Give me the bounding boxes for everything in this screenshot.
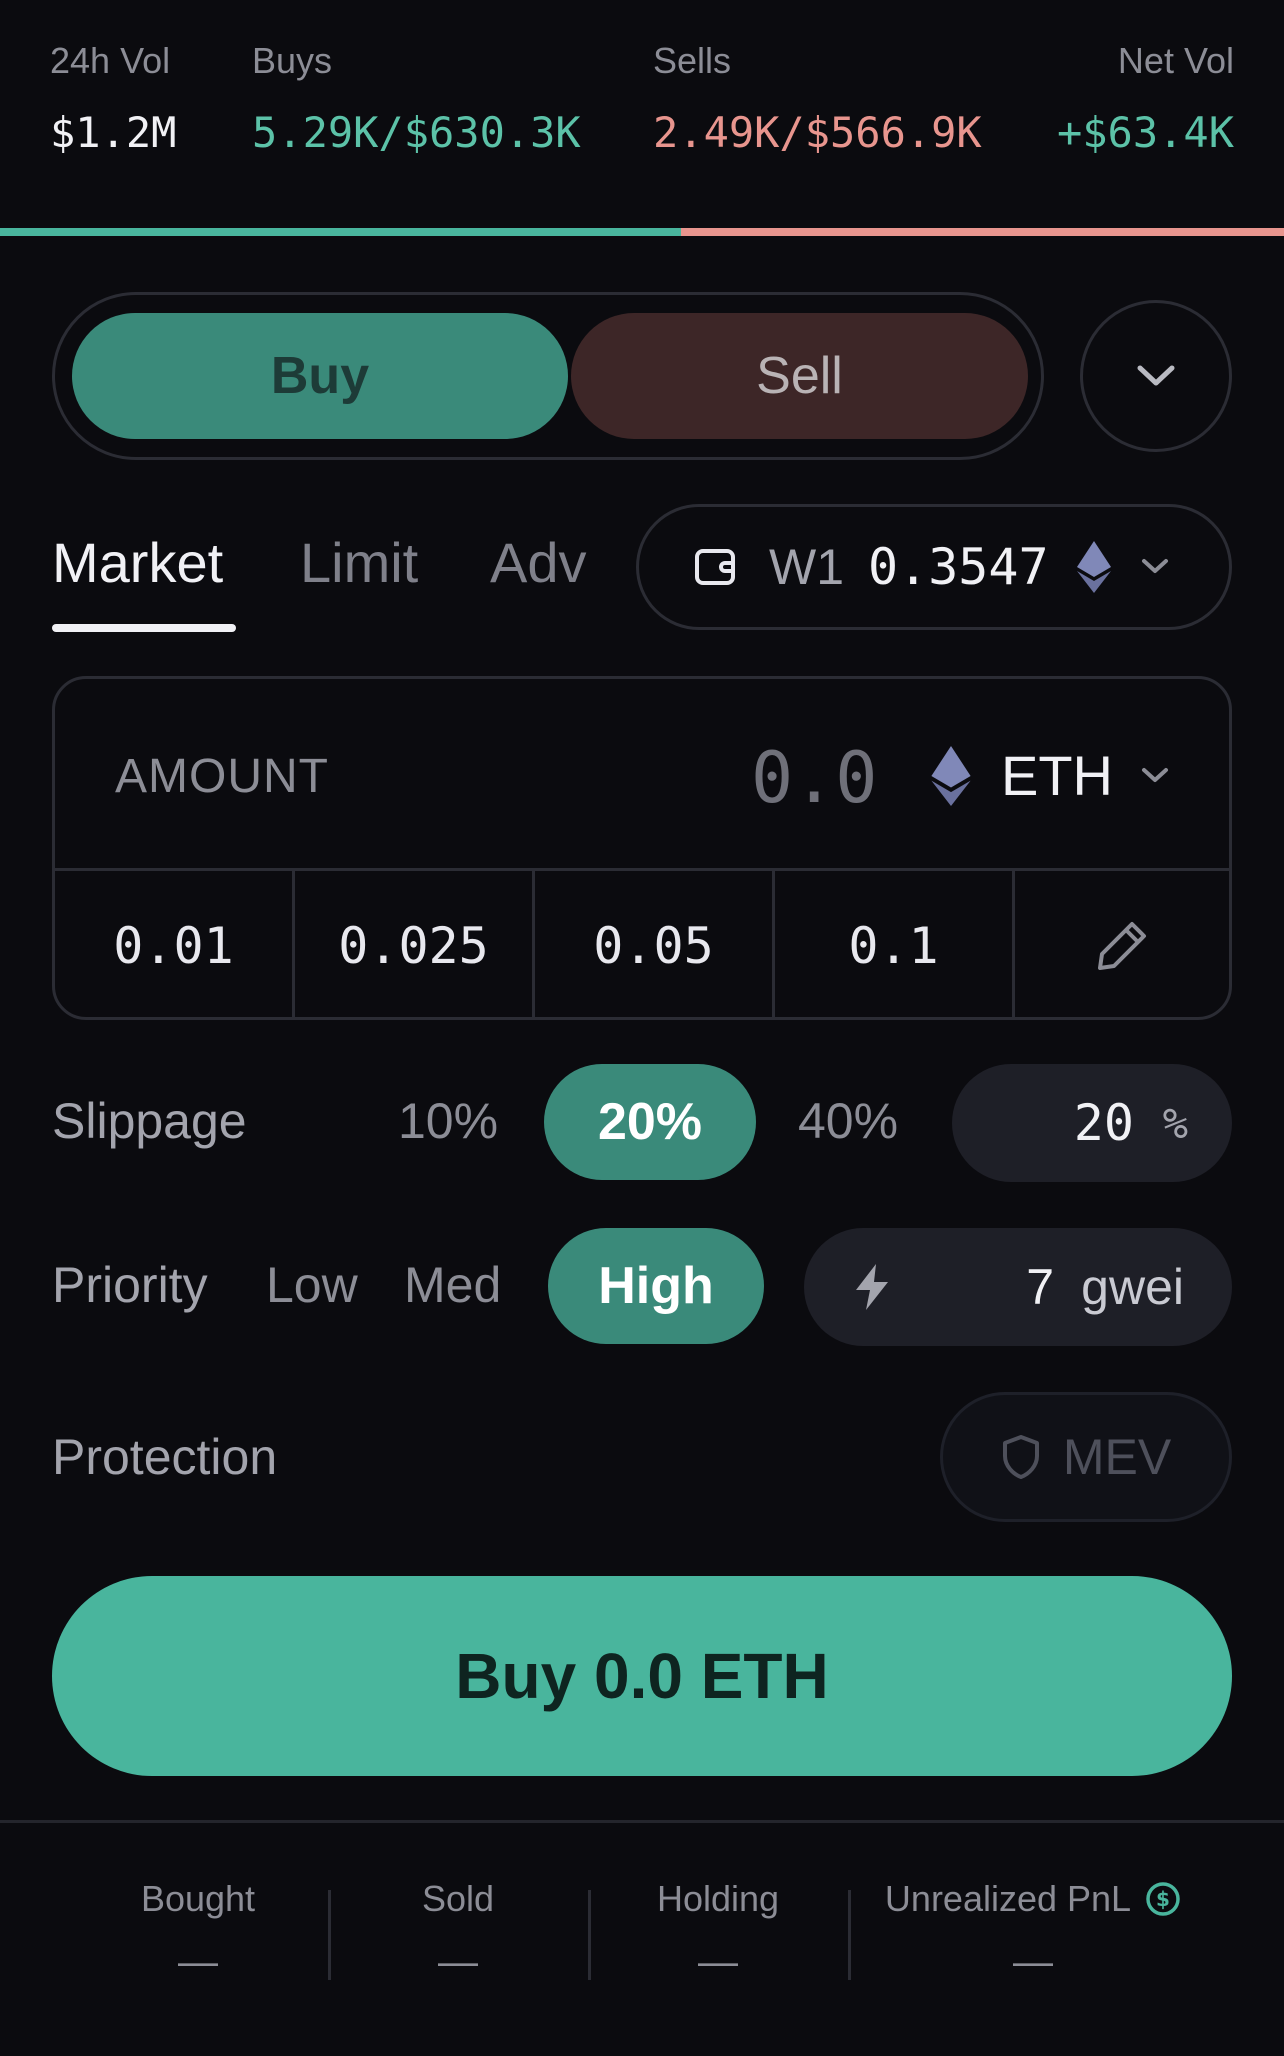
footer-value: —	[178, 1940, 218, 1984]
shield-icon	[1002, 1435, 1039, 1479]
svg-text:$: $	[1156, 1887, 1170, 1911]
footer-holding: Holding —	[618, 1878, 818, 1985]
footer-value: —	[698, 1940, 738, 1984]
column-divider	[328, 1890, 331, 1980]
chevron-down-icon	[1142, 767, 1168, 782]
mev-protection-toggle[interactable]: MEV	[940, 1392, 1232, 1522]
stat-label: 24h Vol	[50, 40, 171, 81]
stat-value: +$63.4K	[1056, 108, 1234, 157]
stat-buys: Buys 5.29K/$630.3K	[252, 40, 581, 157]
stat-label: Buys	[252, 40, 333, 81]
slippage-option[interactable]: 40%	[798, 1092, 898, 1150]
preset-amount-button[interactable]: 0.1	[775, 871, 1015, 1017]
amount-panel: AMOUNT 0.0 ETH 0.01 0.025 0.05 0.1	[52, 676, 1232, 1020]
eth-icon	[1076, 541, 1111, 593]
column-divider	[848, 1890, 851, 1980]
chevron-down-icon	[1141, 559, 1168, 573]
column-divider	[588, 1890, 591, 1980]
slippage-custom-value: 20	[1073, 1094, 1134, 1152]
dollar-circle-icon[interactable]: $	[1145, 1881, 1181, 1917]
preset-amount-button[interactable]: 0.025	[295, 871, 535, 1017]
token-selector[interactable]: ETH	[931, 743, 1169, 808]
footer-divider	[0, 1820, 1284, 1823]
stat-label: Sells	[653, 40, 732, 81]
amount-input-row[interactable]: AMOUNT 0.0 ETH	[55, 679, 1229, 871]
footer-label: Holding	[656, 1878, 780, 1919]
amount-input[interactable]: 0.0	[751, 737, 877, 819]
stat-value: 5.29K/$630.3K	[252, 108, 581, 157]
chevron-down-icon	[1137, 365, 1175, 386]
footer-value: —	[438, 1940, 478, 1984]
priority-option-low[interactable]: Low	[266, 1256, 358, 1314]
priority-label: Priority	[52, 1257, 208, 1313]
footer-bought: Bought —	[98, 1878, 298, 1985]
stat-24h-vol: 24h Vol $1.2M	[50, 40, 176, 157]
wallet-balance: 0.3547	[868, 538, 1049, 596]
pencil-icon	[1098, 921, 1146, 970]
eth-icon	[931, 745, 971, 806]
expand-options-button[interactable]	[1080, 300, 1232, 452]
footer-label: Sold	[421, 1878, 495, 1919]
priority-option-med[interactable]: Med	[404, 1256, 501, 1314]
slippage-custom-input[interactable]: 20 %	[952, 1064, 1232, 1182]
token-symbol: ETH	[1001, 744, 1113, 807]
slippage-label: Slippage	[52, 1093, 247, 1149]
mev-label: MEV	[1062, 1429, 1172, 1485]
amount-presets: 0.01 0.025 0.05 0.1	[55, 871, 1229, 1017]
preset-amount-button[interactable]: 0.01	[55, 871, 295, 1017]
priority-option-high[interactable]: High	[548, 1228, 764, 1344]
footer-unrealized-pnl: Unrealized PnL $ —	[866, 1878, 1200, 1985]
slippage-option-active[interactable]: 20%	[544, 1064, 756, 1180]
lightning-icon	[856, 1264, 888, 1310]
wallet-icon	[695, 549, 735, 585]
slippage-unit: %	[1162, 1098, 1188, 1148]
buy-sell-toggle: Buy Sell	[52, 292, 1044, 460]
volume-stats: 24h Vol $1.2M Buys 5.29K/$630.3K Sells 2…	[0, 0, 1284, 230]
submit-buy-button[interactable]: Buy 0.0 ETH	[52, 1576, 1232, 1776]
gas-unit: gwei	[1081, 1259, 1184, 1315]
preset-amount-button[interactable]: 0.05	[535, 871, 775, 1017]
footer-label: Bought	[140, 1878, 256, 1919]
gas-value: 7	[1026, 1259, 1054, 1315]
footer-label-row: Unrealized PnL $	[866, 1878, 1200, 1920]
sell-tab-button[interactable]: Sell	[571, 313, 1028, 439]
buy-sell-ratio-bar	[0, 228, 1284, 236]
gas-input[interactable]: 7 gwei	[804, 1228, 1232, 1346]
tab-limit[interactable]: Limit	[300, 530, 418, 595]
stat-value: 2.49K/$566.9K	[653, 108, 982, 157]
wallet-name: W1	[769, 539, 844, 595]
buy-tab-button[interactable]: Buy	[72, 313, 568, 439]
stat-value: $1.2M	[50, 108, 177, 157]
ratio-bar-sell	[680, 228, 1284, 236]
stat-sells: Sells 2.49K/$566.9K	[653, 40, 982, 157]
edit-presets-button[interactable]	[1015, 871, 1229, 1017]
active-tab-indicator	[52, 624, 236, 632]
tab-adv[interactable]: Adv	[490, 530, 587, 595]
amount-label: AMOUNT	[115, 750, 329, 803]
wallet-selector[interactable]: W1 0.3547	[636, 504, 1232, 630]
stat-net-vol: Net Vol +$63.4K	[1057, 40, 1234, 157]
ratio-bar-buy	[0, 228, 681, 236]
tab-market[interactable]: Market	[52, 530, 223, 595]
slippage-option[interactable]: 10%	[398, 1092, 498, 1150]
protection-label: Protection	[52, 1429, 278, 1485]
footer-value: —	[1013, 1940, 1053, 1984]
footer-sold: Sold —	[358, 1878, 558, 1985]
footer-label: Unrealized PnL	[884, 1878, 1132, 1919]
stat-label: Net Vol	[1117, 40, 1234, 81]
